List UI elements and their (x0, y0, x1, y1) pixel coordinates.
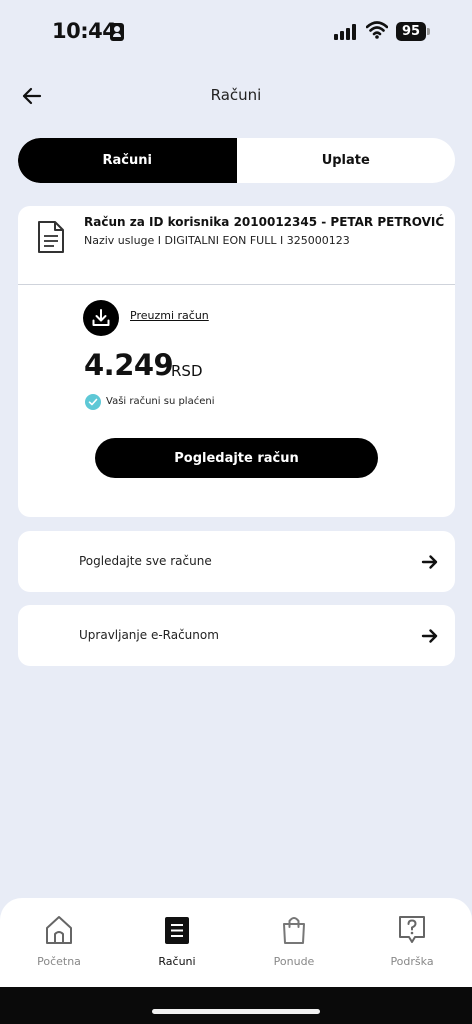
bill-amount: 4.249 (84, 348, 174, 382)
manage-ebill-row[interactable]: Upravljanje e-Računom (18, 605, 455, 666)
home-indicator[interactable] (152, 1009, 320, 1014)
bills-payments-tabs: Računi Uplate (18, 138, 455, 183)
nav-label-offers: Ponude (273, 955, 315, 968)
arrow-right-icon (421, 555, 438, 569)
download-icon (92, 309, 110, 326)
status-bar: 10:44 95 (0, 0, 472, 64)
nav-item-bills[interactable]: Računi (137, 914, 217, 974)
download-bill-link[interactable]: Preuzmi račun (130, 309, 209, 322)
shopping-bag-icon (283, 917, 305, 944)
manage-ebill-label: Upravljanje e-Računom (79, 628, 219, 642)
nav-label-home: Početna (37, 955, 81, 968)
nav-label-support: Podrška (390, 955, 434, 968)
arrow-right-icon (421, 629, 438, 643)
view-all-bills-row[interactable]: Pogledajte sve račune (18, 531, 455, 592)
card-divider (18, 284, 455, 285)
bill-service-info: Naziv usluge I DIGITALNI EON FULL I 3250… (84, 234, 350, 247)
page-title: Računi (210, 86, 262, 104)
document-icon (38, 221, 64, 253)
view-all-bills-label: Pogledajte sve račune (79, 554, 212, 568)
download-button[interactable] (83, 300, 119, 336)
home-icon (46, 916, 72, 944)
battery-indicator: 95 (396, 22, 430, 41)
status-time: 10:44 (52, 19, 117, 43)
bills-icon (165, 917, 189, 944)
bill-currency: RSD (171, 362, 203, 380)
nav-item-support[interactable]: Podrška (372, 914, 452, 974)
view-bill-button[interactable]: Pogledajte račun (95, 438, 378, 478)
tab-bills[interactable]: Računi (18, 138, 237, 183)
nav-label-bills: Računi (158, 955, 196, 968)
bill-card: Račun za ID korisnika 2010012345 - PETAR… (18, 206, 455, 517)
contact-card-icon (110, 23, 124, 41)
wifi-icon (366, 21, 388, 39)
paid-status-text: Vaši računi su plaćeni (106, 396, 215, 407)
nav-item-offers[interactable]: Ponude (254, 914, 334, 974)
cellular-signal-icon (334, 24, 358, 40)
tab-payments[interactable]: Uplate (237, 138, 456, 183)
system-bottom-bar (0, 987, 472, 1024)
page-header: Računi (0, 72, 472, 120)
nav-item-home[interactable]: Početna (19, 914, 99, 974)
bill-title: Račun za ID korisnika 2010012345 - PETAR… (84, 215, 445, 229)
paid-check-icon (85, 394, 101, 410)
support-icon (399, 916, 425, 943)
